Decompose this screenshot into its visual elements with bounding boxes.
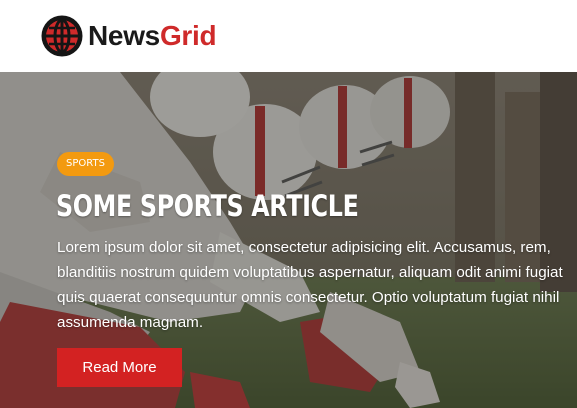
read-more-button[interactable]: Read More (57, 348, 182, 387)
hero-banner: SPORTS Some Sports Article Lorem ipsum d… (0, 72, 577, 408)
site-header: NewsGrid (0, 0, 577, 72)
globe-icon (41, 15, 83, 57)
site-logo[interactable]: NewsGrid (40, 14, 217, 58)
category-badge-sports[interactable]: SPORTS (57, 152, 114, 176)
brand-name-grid: Grid (159, 20, 217, 51)
article-title: Some Sports Article (56, 189, 359, 223)
article-excerpt: Lorem ipsum dolor sit amet, consectetur … (57, 239, 563, 331)
brand-name: NewsGrid (88, 20, 217, 51)
brand-name-news: News (88, 20, 160, 51)
